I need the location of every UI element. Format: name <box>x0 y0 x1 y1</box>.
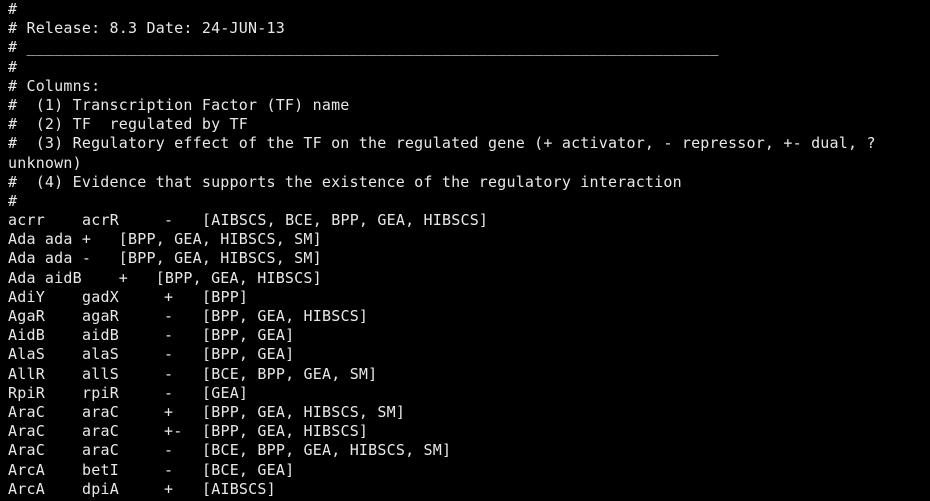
table-row: AraC araC + [BPP, GEA, HIBSCS, SM] <box>8 403 926 422</box>
evidence-cell: [BPP, GEA, HIBSCS] <box>202 307 369 325</box>
evidence-cell: [BPP, GEA, HIBSCS, SM] <box>202 402 406 421</box>
effect-cell: + <box>164 479 174 498</box>
effect-cell: - <box>164 383 174 402</box>
regulated-gene-cell: araC <box>82 441 119 460</box>
header-comment-line: # Release: 8.3 Date: 24-JUN-13 <box>8 19 285 38</box>
space-separated-rows: Ada ada + [BPP, GEA, HIBSCS, SM] Ada ada … <box>8 230 926 288</box>
effect-cell: + <box>164 402 174 421</box>
evidence-cell: [BPP, GEA, HIBSCS] <box>202 422 369 441</box>
header-comment-line: # <box>8 191 18 210</box>
evidence-cell: [BPP, GEA] <box>202 345 295 364</box>
effect-cell: +- <box>164 422 183 441</box>
regulated-gene-cell: araC <box>82 422 119 441</box>
tf-name-cell: acrr <box>8 211 45 230</box>
tf-name-cell: RpiR <box>8 383 45 402</box>
effect-cell: - <box>164 364 174 383</box>
regulated-gene-cell: aidB <box>82 326 119 345</box>
regulated-gene-cell: acrR <box>82 211 119 230</box>
header-comment-line: # ______________________________________… <box>8 38 719 57</box>
table-row: AraC araC +- [BPP, GEA, HIBSCS] <box>8 422 926 441</box>
effect-cell: - <box>164 441 174 460</box>
evidence-cell: [BCE, BPP, GEA, SM] <box>202 364 378 383</box>
terminal-output[interactable]: # # Release: 8.3 Date: 24-JUN-13 # _______… <box>8 0 926 501</box>
header-comment-line: # (1) Transcription Factor (TF) name <box>8 95 350 114</box>
regulated-gene-cell: araC <box>82 402 119 421</box>
regulated-gene-cell: alaS <box>82 345 119 364</box>
regulation-table-rows: acrr acrR - [AIBSCS, BCE, BPP, GEA, HIBSCS] <box>8 211 926 230</box>
tf-name-cell: ArcA <box>8 479 45 498</box>
header-comment-line: # Columns: <box>8 76 101 95</box>
table-row: ArcA betI - [BCE, GEA] <box>8 461 926 480</box>
table-row: AlaS alaS - [BPP, GEA] <box>8 345 926 364</box>
regulated-gene-cell: betI <box>82 460 119 479</box>
tf-name-cell: AlaS <box>8 345 45 364</box>
evidence-cell: [AIBSCS, BCE, BPP, GEA, HIBSCS] <box>202 211 489 230</box>
tf-name-cell: AidB <box>8 326 45 345</box>
tf-name-cell: ArcA <box>8 460 45 479</box>
evidence-cell: [BPP, GEA] <box>202 326 295 345</box>
header-comment-line: # (4) Evidence that supports the existen… <box>8 172 682 191</box>
table-row: AraC araC - [BCE, BPP, GEA, HIBSCS, SM] <box>8 441 926 460</box>
table-row: RpiR rpiR - [GEA] <box>8 384 926 403</box>
effect-cell: - <box>164 326 174 345</box>
regulation-table-rows-continued: AdiY gadX + [BPP] AgaR agaR - [BPP, GEA, HIBSCS… <box>8 288 926 499</box>
effect-cell: + <box>164 287 174 306</box>
table-row: acrr acrR - [AIBSCS, BCE, BPP, GEA, HIBSCS] <box>8 211 926 230</box>
tf-name-cell: AraC <box>8 441 45 460</box>
evidence-cell: [BPP] <box>202 287 249 306</box>
table-row: AdiY gadX + [BPP] <box>8 288 926 307</box>
header-comment-line: # <box>8 0 18 18</box>
regulated-gene-cell: agaR <box>82 307 119 325</box>
header-comment-line: # (3) Regulatory effect of the TF on the… <box>8 134 876 153</box>
regulated-gene-cell: gadX <box>82 287 119 306</box>
effect-cell: - <box>164 345 174 364</box>
tf-name-cell: AllR <box>8 364 45 383</box>
tf-name-cell: AdiY <box>8 287 45 306</box>
table-row: AgaR agaR - [BPP, GEA, HIBSCS] <box>8 307 926 326</box>
tf-name-cell: AgaR <box>8 307 45 325</box>
header-comment-line: # (2) TF regulated by TF <box>8 115 248 134</box>
table-row: ArcA dpiA + [AIBSCS] <box>8 480 926 499</box>
regulated-gene-cell: dpiA <box>82 479 119 498</box>
header-comment-line: # <box>8 57 18 76</box>
evidence-cell: [GEA] <box>202 383 249 402</box>
effect-cell: - <box>164 307 174 325</box>
regulated-gene-cell: rpiR <box>82 383 119 402</box>
table-row: AllR allS - [BCE, BPP, GEA, SM] <box>8 365 926 384</box>
table-row: AidB aidB - [BPP, GEA] <box>8 326 926 345</box>
table-row: Ada ada + [BPP, GEA, HIBSCS, SM] <box>8 230 322 249</box>
evidence-cell: [BCE, GEA] <box>202 460 295 479</box>
header-comment-line: unknown) <box>8 153 82 172</box>
evidence-cell: [BCE, BPP, GEA, HIBSCS, SM] <box>202 441 452 460</box>
file-header-comments: # # Release: 8.3 Date: 24-JUN-13 # _______… <box>8 0 926 211</box>
table-row: Ada aidB + [BPP, GEA, HIBSCS] <box>8 268 322 287</box>
regulated-gene-cell: allS <box>82 364 119 383</box>
tf-name-cell: AraC <box>8 402 45 421</box>
effect-cell: - <box>164 211 174 230</box>
tf-name-cell: AraC <box>8 422 45 441</box>
table-row: Ada ada - [BPP, GEA, HIBSCS, SM] <box>8 249 322 268</box>
evidence-cell: [AIBSCS] <box>202 479 276 498</box>
effect-cell: - <box>164 460 174 479</box>
